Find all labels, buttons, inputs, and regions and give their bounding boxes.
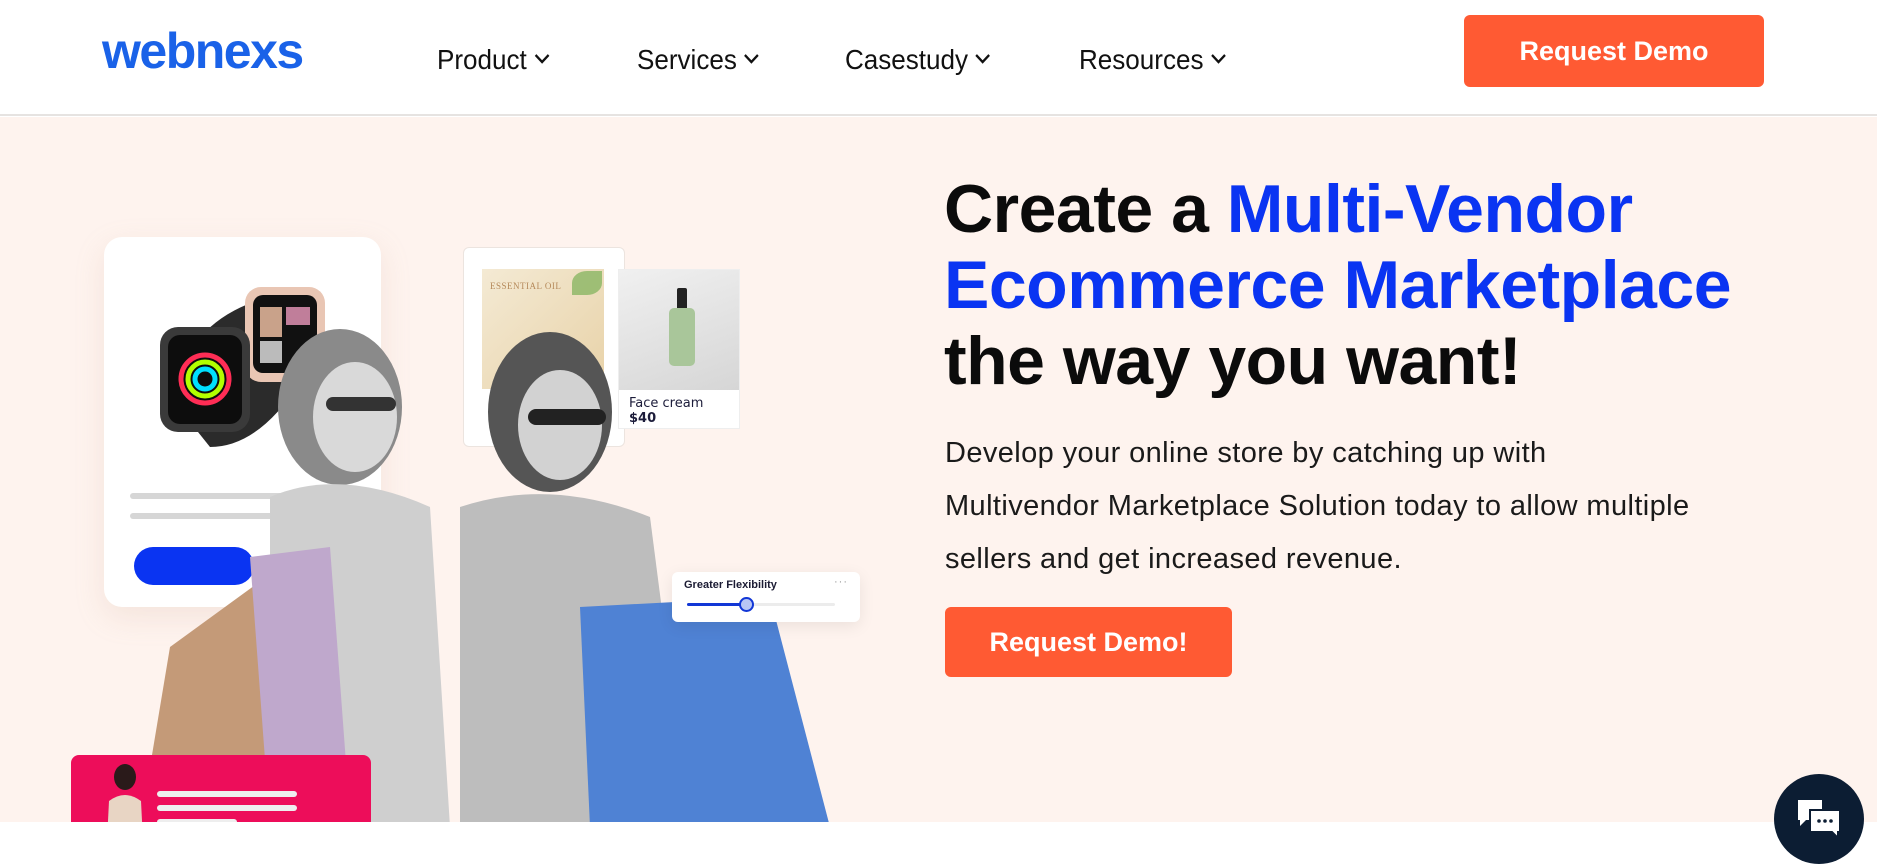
greater-flexibility-card: Greater Flexibility ··· [672,572,860,622]
product-image-label: ESSENTIAL OIL [490,281,562,291]
chevron-down-icon [975,54,991,64]
nav-resources[interactable]: Resources [1079,44,1228,76]
placeholder-line [157,819,237,822]
shoppers-image [140,329,829,822]
leaf-decoration [572,271,602,295]
nav-product-label: Product [437,44,527,75]
nav-casestudy[interactable]: Casestudy [845,44,992,76]
placeholder-line [157,805,297,811]
promo-card [71,755,371,822]
logo[interactable]: webnexs [102,22,304,80]
nav-casestudy-label: Casestudy [845,44,969,75]
chevron-down-icon [1211,54,1226,64]
nav-services-label: Services [637,44,737,75]
site-header: webnexs Product Services Casestudy Resou… [0,0,1877,116]
request-demo-header-button[interactable]: Request Demo [1464,15,1764,87]
slider-fill [687,603,747,606]
hero-headline: Create a Multi-Vendor Ecommerce Marketpl… [944,171,1732,399]
request-demo-hero-button[interactable]: Request Demo! [945,607,1232,677]
headline-highlight-1: Multi-Vendor [1226,171,1633,247]
headline-highlight-2: Ecommerce Marketplace [944,247,1732,323]
nav-resources-label: Resources [1079,44,1204,75]
placeholder-line [157,791,297,797]
slider-thumb [739,597,755,612]
headline-suffix: the way you want! [944,323,1522,399]
flexibility-slider [687,597,835,612]
chat-widget-button[interactable] [1774,774,1864,864]
chat-bubbles-icon [1798,800,1841,840]
chevron-down-icon [534,54,549,64]
flex-card-title: Greater Flexibility [684,579,777,591]
chevron-down-icon [744,54,760,64]
headline-prefix: Create a [944,171,1227,247]
hero-section: ESSENTIAL OIL Fac $30 Face cream $40 Gre… [0,117,1877,822]
model-image [107,764,143,822]
hero-description: Develop your online store by catching up… [945,437,1690,575]
nav-services[interactable]: Services [637,44,761,76]
bottle-pump [677,288,687,310]
nav-product[interactable]: Product [437,44,551,76]
more-options-icon: ··· [834,576,848,588]
